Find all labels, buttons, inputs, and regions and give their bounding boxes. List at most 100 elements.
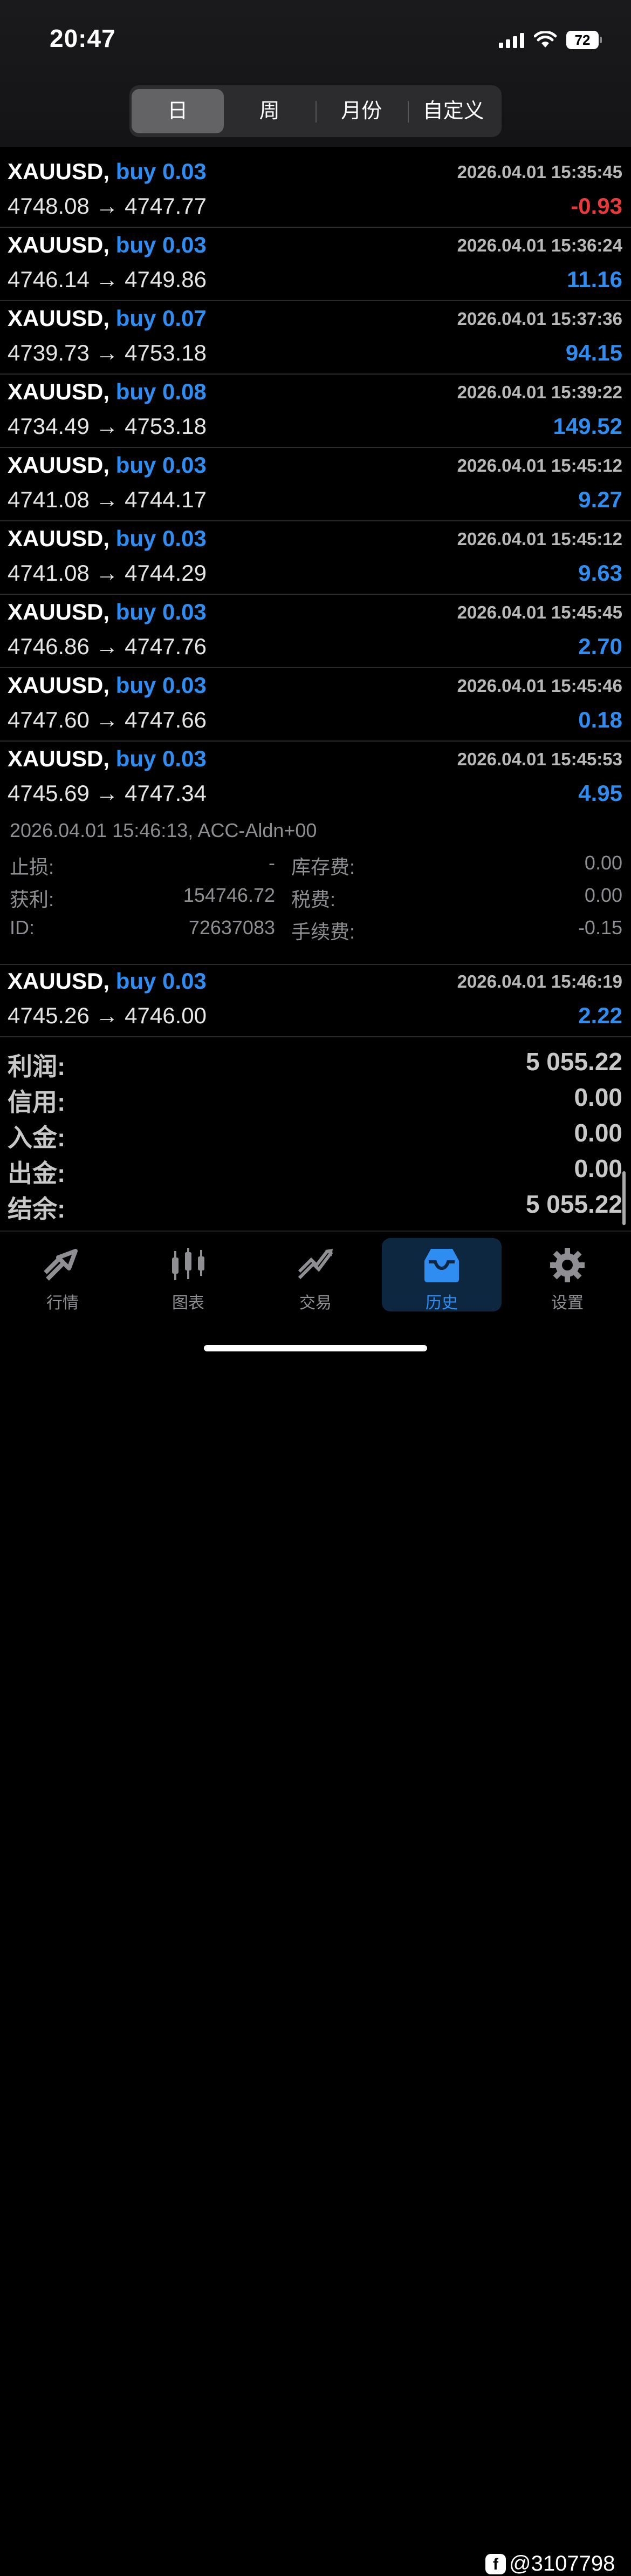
trade-icon	[298, 1249, 333, 1280]
summary-value: 0.00	[574, 1154, 622, 1182]
trade-profit: 4.95	[578, 780, 622, 806]
tab-label: 行情	[46, 1294, 79, 1312]
trade-profit: 9.63	[578, 560, 622, 586]
trade-time: 2026.04.01 15:45:46	[457, 676, 622, 696]
segment-week[interactable]: 周	[224, 89, 316, 133]
trade-symbol: XAUUSD,	[8, 379, 110, 404]
summary-value: 5 055.22	[525, 1190, 622, 1218]
tab-label: 交易	[299, 1294, 332, 1312]
tab-quotes[interactable]: 行情	[3, 1238, 122, 1312]
fee-label: 手续费:	[291, 921, 355, 943]
tax-value: 0.00	[584, 884, 622, 906]
trade-prices: 4741.08 → 4744.17	[8, 487, 207, 512]
trade-symbol: XAUUSD,	[8, 159, 110, 184]
trade-symbol: XAUUSD,	[8, 452, 110, 478]
trade-time: 2026.04.01 15:45:12	[457, 529, 622, 549]
id-value: 72637083	[188, 916, 275, 939]
trade-row[interactable]: XAUUSD, buy 0.07 2026.04.01 15:37:36 473…	[0, 301, 631, 375]
trade-side: buy 0.03	[115, 159, 207, 184]
swap-value: 0.00	[584, 852, 622, 874]
take-profit-value: 154746.72	[183, 884, 275, 906]
tab-history[interactable]: 历史	[382, 1238, 502, 1312]
trade-prices: 4747.60 → 4747.66	[8, 707, 207, 732]
trade-time: 2026.04.01 15:46:19	[457, 971, 622, 991]
segment-day[interactable]: 日	[132, 89, 224, 133]
trade-profit: 2.22	[578, 1003, 622, 1028]
quotes-icon	[44, 1249, 78, 1281]
trade-symbol: XAUUSD,	[8, 968, 110, 994]
segment-custom[interactable]: 自定义	[407, 89, 500, 133]
summary-withdrawal: 出金: 0.00	[0, 1154, 631, 1190]
trade-prices: 4746.14 → 4749.86	[8, 267, 207, 292]
trade-profit: 0.18	[578, 707, 622, 732]
bottom-tab-bar: 行情 图表 交易 历史 设置 f @3107798	[0, 1231, 631, 2575]
trade-side: buy 0.08	[115, 379, 207, 404]
trade-side: buy 0.03	[115, 452, 207, 478]
tab-settings[interactable]: 设置	[507, 1238, 627, 1312]
stop-loss-label: 止损:	[10, 856, 54, 878]
trade-row-selected[interactable]: XAUUSD, buy 0.03 2026.04.01 15:45:53 474…	[0, 742, 631, 814]
summary-profit: 利润: 5 055.22	[0, 1047, 631, 1083]
wifi-icon	[534, 31, 557, 47]
summary-label: 出金:	[8, 1159, 66, 1187]
status-time: 20:47	[50, 24, 116, 52]
watermark-text: @3107798	[509, 2552, 615, 2575]
trade-symbol: XAUUSD,	[8, 746, 110, 771]
fee-value: -0.15	[578, 916, 622, 939]
summary-value: 0.00	[574, 1119, 622, 1147]
trade-prices: 4746.86 → 4747.76	[8, 634, 207, 659]
summary-label: 入金:	[8, 1124, 66, 1152]
header: 20:47 72 日 周 月份 自定义	[0, 0, 631, 147]
trade-side: buy 0.03	[115, 672, 207, 698]
trade-side: buy 0.03	[115, 526, 207, 551]
home-indicator[interactable]	[204, 1345, 427, 1351]
trade-profit: 11.16	[567, 267, 622, 292]
tab-trade[interactable]: 交易	[256, 1238, 375, 1312]
trade-row[interactable]: XAUUSD, buy 0.03 2026.04.01 15:45:45 474…	[0, 595, 631, 668]
summary-label: 利润:	[8, 1052, 66, 1080]
swap-label: 库存费:	[291, 856, 355, 878]
tab-chart[interactable]: 图表	[128, 1238, 248, 1312]
account-summary: 利润: 5 055.22 信用: 0.00 入金: 0.00 出金: 0.00 …	[0, 1047, 631, 1225]
detail-header: 2026.04.01 15:46:13, ACC-Aldn+00	[10, 819, 317, 841]
trade-profit: 2.70	[578, 634, 622, 659]
trade-row[interactable]: XAUUSD, buy 0.03 2026.04.01 15:35:45 474…	[0, 154, 631, 228]
trade-row[interactable]: XAUUSD, buy 0.03 2026.04.01 15:45:12 474…	[0, 448, 631, 521]
summary-label: 信用:	[8, 1088, 66, 1116]
trade-profit: 149.52	[553, 413, 622, 439]
summary-credit: 信用: 0.00	[0, 1083, 631, 1118]
chart-icon	[172, 1248, 204, 1280]
trade-row[interactable]: XAUUSD, buy 0.03 2026.04.01 15:46:19 474…	[0, 964, 631, 1037]
id-label: ID:	[10, 916, 35, 939]
trade-prices: 4741.08 → 4744.29	[8, 560, 207, 586]
trade-symbol: XAUUSD,	[8, 305, 110, 331]
summary-value: 5 055.22	[525, 1048, 622, 1076]
take-profit-label: 获利:	[10, 888, 54, 910]
trade-prices: 4745.69 → 4747.34	[8, 780, 207, 806]
scrollbar[interactable]	[622, 1171, 626, 1225]
trade-time: 2026.04.01 15:37:36	[457, 309, 622, 329]
trade-time: 2026.04.01 15:45:12	[457, 456, 622, 475]
summary-balance: 结余: 5 055.22	[0, 1190, 631, 1225]
trade-detail-panel: 2026.04.01 15:46:13, ACC-Aldn+00 止损: - 获…	[0, 815, 631, 965]
trade-time: 2026.04.01 15:36:24	[457, 235, 622, 255]
tax-label: 税费:	[291, 888, 336, 910]
status-icons: 72	[499, 29, 602, 51]
battery-icon: 72	[566, 31, 602, 49]
segment-month[interactable]: 月份	[316, 89, 408, 133]
watermark: f @3107798	[485, 2552, 615, 2576]
trade-row[interactable]: XAUUSD, buy 0.03 2026.04.01 15:36:24 474…	[0, 228, 631, 301]
trade-row[interactable]: XAUUSD, buy 0.03 2026.04.01 15:45:12 474…	[0, 521, 631, 595]
trade-time: 2026.04.01 15:45:53	[457, 749, 622, 769]
trade-side: buy 0.03	[115, 968, 207, 994]
trade-side: buy 0.03	[115, 599, 207, 624]
trade-time: 2026.04.01 15:35:45	[457, 162, 622, 182]
tab-label: 历史	[426, 1294, 458, 1312]
trade-side: buy 0.07	[115, 305, 207, 331]
summary-label: 结余:	[8, 1195, 66, 1223]
trade-side: buy 0.03	[115, 746, 207, 771]
tab-label: 图表	[172, 1294, 204, 1312]
trade-row[interactable]: XAUUSD, buy 0.03 2026.04.01 15:45:46 474…	[0, 668, 631, 742]
trade-row[interactable]: XAUUSD, buy 0.08 2026.04.01 15:39:22 473…	[0, 375, 631, 448]
trade-time: 2026.04.01 15:45:45	[457, 602, 622, 622]
